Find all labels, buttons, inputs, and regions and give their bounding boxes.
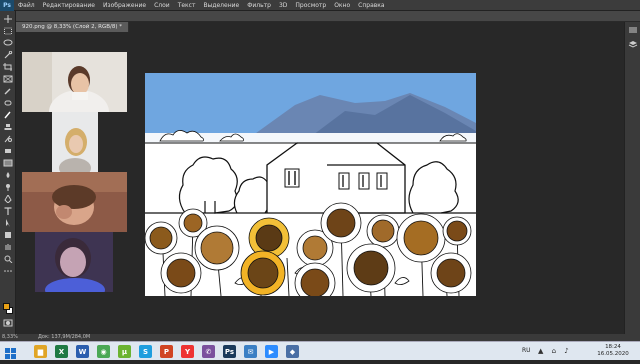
menu-edit[interactable]: Редактирование [39,0,99,11]
menu-select[interactable]: Выделение [199,0,243,11]
skype-icon[interactable]: S [139,345,152,358]
dodge-tool-icon[interactable] [3,183,13,191]
pen-tool-icon[interactable] [3,195,13,203]
move-tool-icon[interactable] [3,15,13,23]
menu-text[interactable]: Текст [174,0,200,11]
video-participant-1 [22,52,127,112]
mail-icon[interactable]: ✉ [244,345,257,358]
zoom-level[interactable]: 8,33% [2,334,18,341]
video-participant-4 [35,232,113,292]
system-tray-icons[interactable]: ▲ ⌂ ♪ [538,347,572,355]
shape-tool-icon[interactable] [3,231,13,239]
clock-date: 16.05.2020 [597,351,629,357]
participant-3-video-frame [22,172,127,232]
gradient-tool-icon[interactable] [3,159,13,167]
video-participant-3 [22,172,127,232]
menu-window[interactable]: Окно [330,0,354,11]
quick-mask-icon[interactable] [3,319,13,327]
yandex-icon[interactable]: Y [181,345,194,358]
layers-panel-icon[interactable] [628,40,638,48]
windows-taskbar: ▆ X W ◉ µ S P Y ✆ Ps ✉ ▶ ◆ RU ▲ ⌂ ♪ 18:24 16.05.2020 [0,341,640,360]
more-tools-icon[interactable] [3,267,13,275]
menu-help[interactable]: Справка [354,0,388,11]
menu-view[interactable]: Просмотр [291,0,330,11]
right-panel-dock [624,22,640,334]
brush-tool-icon[interactable] [3,111,13,119]
history-brush-tool-icon[interactable] [3,135,13,143]
photoshop-icon[interactable]: Ps [223,345,236,358]
menu-3d[interactable]: 3D [275,0,291,11]
sunflower-landscape-drawing [145,73,476,296]
blur-tool-icon[interactable] [3,171,13,179]
frame-tool-icon[interactable] [3,75,13,83]
hand-tool-icon[interactable] [3,243,13,251]
menu-filter[interactable]: Фильтр [243,0,275,11]
video-participant-2 [52,112,98,172]
photoshop-logo: Ps [0,0,14,11]
file-explorer-icon[interactable]: ▆ [34,345,47,358]
document-tab[interactable]: 920.png @ 8,33% (Слой 2, RGB/8) * [16,22,129,32]
clock[interactable]: 18:24 16.05.2020 [590,344,636,358]
foreground-color-swatch[interactable] [3,303,10,310]
participant-2-video-frame [52,112,98,172]
path-selection-tool-icon[interactable] [3,219,13,227]
excel-icon[interactable]: X [55,345,68,358]
image-canvas[interactable] [145,73,476,296]
powerpoint-icon[interactable]: P [160,345,173,358]
chrome-icon[interactable]: ◉ [97,345,110,358]
type-tool-icon[interactable] [3,207,13,215]
menu-image[interactable]: Изображение [99,0,150,11]
healing-tool-icon[interactable] [3,99,13,107]
marquee-tool-icon[interactable] [3,27,13,35]
tools-panel [0,11,16,334]
status-bar: 8,33% Док: 137,9M/284,0M [0,334,640,341]
eyedropper-tool-icon[interactable] [3,87,13,95]
stamp-tool-icon[interactable] [3,123,13,131]
crop-tool-icon[interactable] [3,63,13,71]
menu-file[interactable]: Файл [14,0,39,11]
app-icon[interactable]: ◆ [286,345,299,358]
utorrent-icon[interactable]: µ [118,345,131,358]
participant-4-video-frame [35,232,113,292]
menu-layers[interactable]: Слои [150,0,174,11]
document-info: Док: 137,9M/284,0M [38,334,91,340]
zoom-tool-icon[interactable] [3,255,13,263]
quick-select-tool-icon[interactable] [3,51,13,59]
participant-1-video-frame [22,52,127,112]
eraser-tool-icon[interactable] [3,147,13,155]
language-indicator[interactable]: RU [522,347,531,354]
properties-panel-icon[interactable] [628,26,638,34]
lasso-tool-icon[interactable] [3,39,13,47]
clock-time: 18:24 [605,344,621,350]
menu-bar: Ps Файл Редактирование Изображение Слои … [0,0,640,11]
zoom-icon[interactable]: ▶ [265,345,278,358]
word-icon[interactable]: W [76,345,89,358]
viber-icon[interactable]: ✆ [202,345,215,358]
options-bar [0,11,640,22]
start-button-icon[interactable] [4,345,17,359]
